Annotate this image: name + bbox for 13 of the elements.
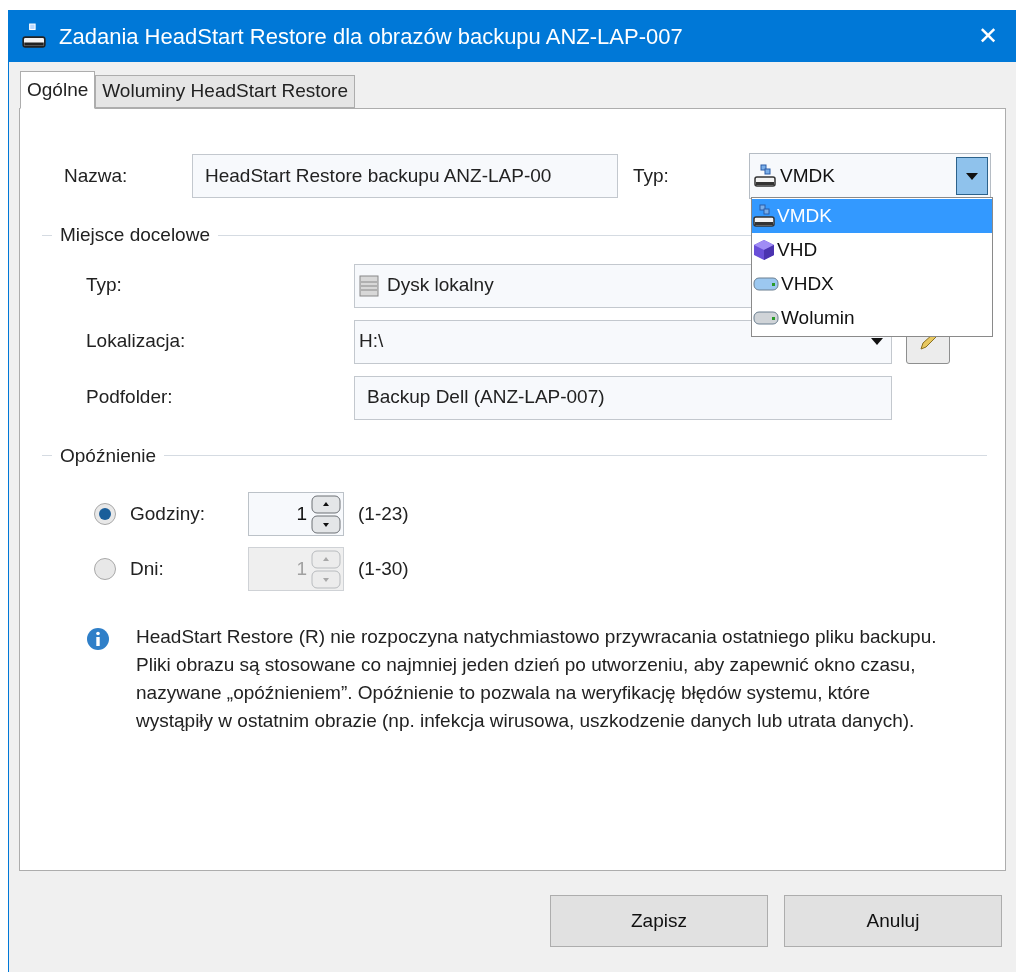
field-label: Lokalizacja:: [86, 329, 187, 354]
field-label: Podfolder:: [86, 385, 174, 410]
field-label: Typ:: [86, 273, 123, 298]
group-title: Miejsce docelowe: [60, 223, 210, 247]
range-hint: (1-23): [358, 501, 409, 526]
radio-label: Dni:: [130, 556, 165, 581]
group-title: Opóźnienie: [60, 443, 157, 468]
window-title: Zadania HeadStart Restore dla obrazów backupu ANZ-LAP-007: [59, 22, 684, 51]
type-label: Typ:: [633, 163, 670, 188]
name-label: Nazwa:: [64, 163, 129, 188]
info-text: HeadStart Restore (R) nie rozpoczyna natychmiastowo przywracania ostatniego pliku backupu. Pliki obrazu są stosowane co najmniej jeden dzień po utworzeniu, aby zapewnić okno czasu, nazywane „opóźnieniem”. Opóźnienie to pozwala na weryfikację błędów systemu, które wystąpiły w ostatnim obrazie (np. infekcja wirusowa, uszkodzenie danych lub utrata danych).: [136, 625, 938, 733]
radio-label: Godziny:: [130, 501, 206, 526]
range-hint: (1-30): [358, 556, 409, 581]
